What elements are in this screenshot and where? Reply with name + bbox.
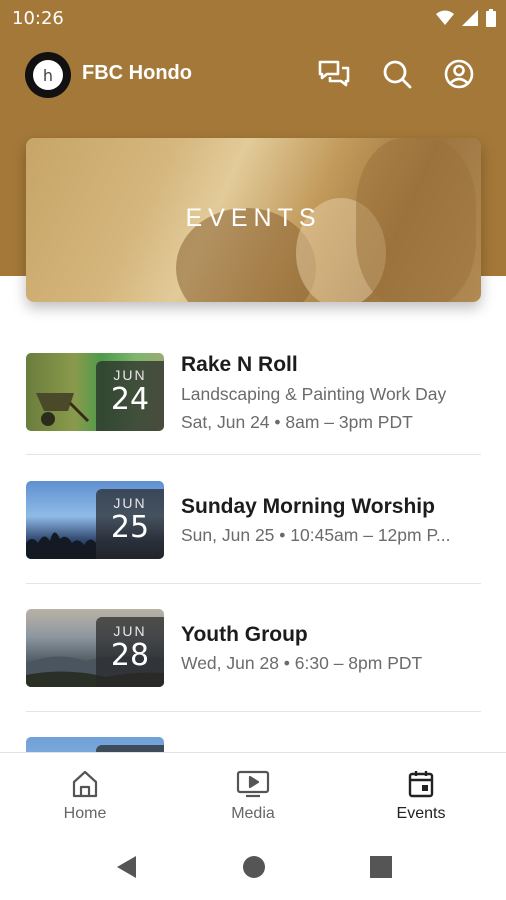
event-title: Rake N Roll xyxy=(181,353,298,376)
event-day: 28 xyxy=(110,638,150,673)
event-month: JUN xyxy=(113,495,147,511)
chat-icon xyxy=(318,60,350,87)
hero-title: EVENTS xyxy=(185,204,322,232)
nav-item-media[interactable]: Media xyxy=(169,753,337,835)
event-item[interactable] xyxy=(0,711,506,753)
event-day: 25 xyxy=(110,510,150,545)
nav-icon-wrapper xyxy=(407,769,435,799)
event-subtitle: Landscaping & Painting Work Day xyxy=(181,384,447,404)
event-thumbnail: JUN 25 xyxy=(26,481,164,559)
event-datetime: Sat, Jun 24 • 8am – 3pm PDT xyxy=(181,412,413,432)
media-icon xyxy=(236,770,270,798)
church-logo[interactable]: h xyxy=(25,52,71,98)
status-bar: 10:26 xyxy=(0,0,506,36)
event-date-badge: JUN 28 xyxy=(96,617,164,687)
event-month: JUN xyxy=(113,623,147,639)
nav-label: Home xyxy=(63,805,107,822)
event-date-badge: JUN 24 xyxy=(96,361,164,431)
bottom-navigation: Home Media Events xyxy=(0,752,506,834)
recents-icon[interactable] xyxy=(368,854,394,880)
cellular-icon xyxy=(462,10,478,26)
event-thumbnail: JUN 24 xyxy=(26,353,164,431)
event-thumbnail xyxy=(26,737,164,753)
home-icon xyxy=(72,770,98,798)
event-item[interactable]: JUN 28 Youth Group Wed, Jun 28 • 6:30 – … xyxy=(0,583,506,711)
app-title: FBC Hondo xyxy=(82,62,192,84)
event-item[interactable]: JUN 25 Sunday Morning Worship Sun, Jun 2… xyxy=(0,455,506,583)
logo-letter: h xyxy=(33,60,63,90)
nav-label: Events xyxy=(396,805,446,822)
event-item[interactable]: JUN 24 Rake N Roll Landscaping & Paintin… xyxy=(0,322,506,450)
event-date-badge: JUN 25 xyxy=(96,489,164,559)
wheelbarrow-image xyxy=(36,393,90,426)
battery-icon xyxy=(486,9,496,27)
wifi-icon xyxy=(436,10,454,25)
search-icon xyxy=(383,60,412,89)
event-title: Youth Group xyxy=(181,623,308,646)
nav-item-home[interactable]: Home xyxy=(1,753,169,835)
event-thumbnail: JUN 28 xyxy=(26,609,164,687)
status-time: 10:26 xyxy=(12,8,64,29)
event-datetime: Wed, Jun 28 • 6:30 – 8pm PDT xyxy=(181,653,423,673)
status-icons xyxy=(436,9,496,27)
event-month: JUN xyxy=(113,367,147,383)
event-datetime: Sun, Jun 25 • 10:45am – 12pm P... xyxy=(181,525,451,545)
chat-button[interactable] xyxy=(316,56,352,92)
nav-icon-wrapper xyxy=(236,769,270,799)
event-day: 24 xyxy=(110,382,150,417)
back-icon[interactable] xyxy=(114,854,140,880)
system-navigation-bar xyxy=(0,834,506,900)
search-button[interactable] xyxy=(379,56,415,92)
nav-label: Media xyxy=(231,805,275,822)
nav-item-events[interactable]: Events xyxy=(337,753,505,835)
home-circle-icon[interactable] xyxy=(241,854,267,880)
events-hero-banner: EVENTS xyxy=(26,138,481,302)
account-icon xyxy=(444,59,474,89)
nav-icon-wrapper xyxy=(72,769,98,799)
event-title: Sunday Morning Worship xyxy=(181,495,435,518)
calendar-icon xyxy=(408,771,434,798)
account-button[interactable] xyxy=(441,56,477,92)
